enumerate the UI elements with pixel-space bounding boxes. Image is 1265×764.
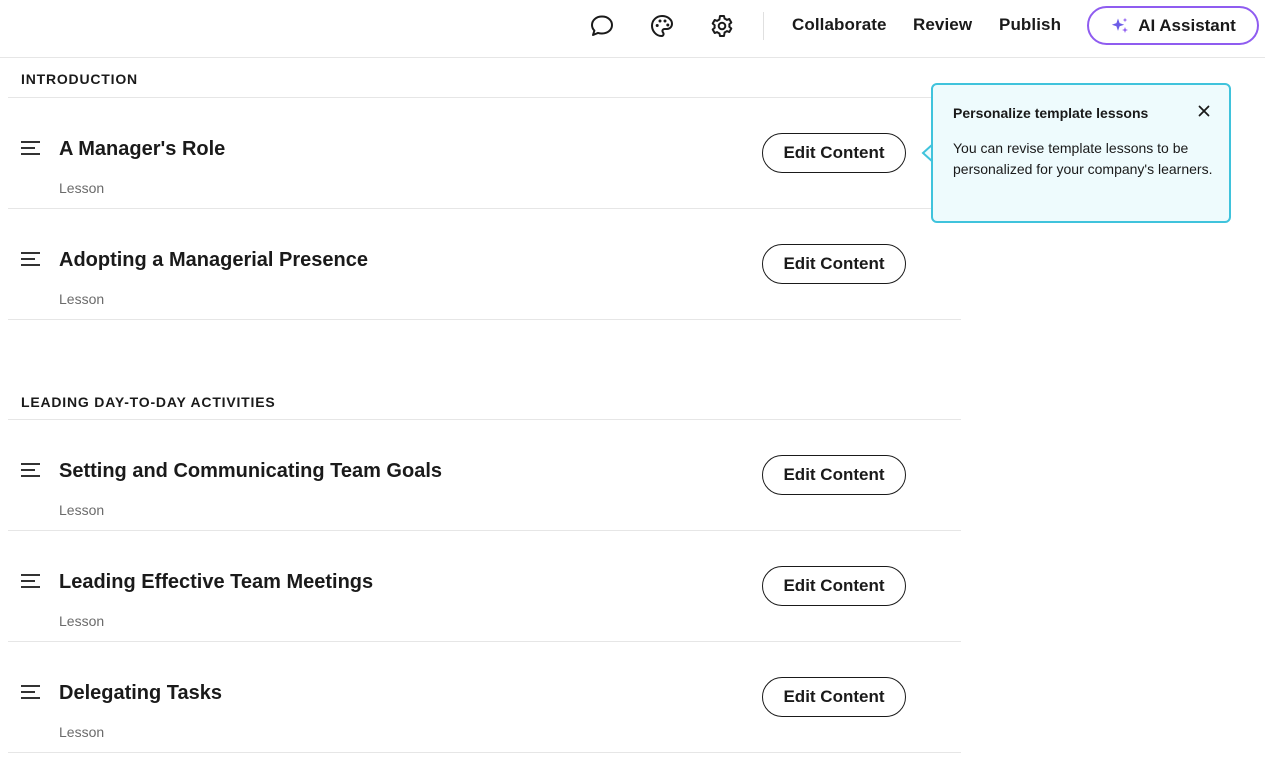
lesson-type: Lesson [59,502,105,518]
review-link[interactable]: Review [913,15,972,35]
section-title-leading-day-to-day: LEADING DAY-TO-DAY ACTIVITIES [21,394,276,410]
onboarding-tooltip: Personalize template lessons You can rev… [931,83,1231,223]
sparkle-icon [1111,17,1129,33]
drag-handle-icon[interactable] [20,461,42,479]
lesson-row: Adopting a Managerial Presence Lesson Ed… [8,209,961,320]
tooltip-title: Personalize template lessons [953,105,1149,121]
lesson-type: Lesson [59,291,105,307]
toolbar-divider [763,12,764,40]
edit-content-button[interactable]: Edit Content [762,566,906,606]
top-bar: Collaborate Review Publish AI Assistant [0,0,1265,58]
lesson-title[interactable]: Leading Effective Team Meetings [59,571,373,594]
close-icon[interactable] [1195,102,1213,120]
comment-button[interactable] [585,9,619,43]
publish-link[interactable]: Publish [999,15,1061,35]
edit-content-button[interactable]: Edit Content [762,244,906,284]
lesson-title[interactable]: A Manager's Role [59,138,225,161]
divider [8,319,961,320]
gear-icon [711,15,733,37]
lesson-row: Leading Effective Team Meetings Lesson E… [8,531,961,642]
palette-icon [651,15,673,37]
lesson-row: Delegating Tasks Lesson Edit Content [8,642,961,753]
edit-content-button[interactable]: Edit Content [762,133,906,173]
edit-content-button[interactable]: Edit Content [762,677,906,717]
lesson-type: Lesson [59,724,105,740]
lesson-type: Lesson [59,180,105,196]
settings-button[interactable] [705,9,739,43]
lesson-title[interactable]: Adopting a Managerial Presence [59,249,368,272]
ai-assistant-button[interactable]: AI Assistant [1087,6,1259,45]
collaborate-link[interactable]: Collaborate [792,15,887,35]
theme-button[interactable] [645,9,679,43]
lesson-row: Setting and Communicating Team Goals Les… [8,420,961,531]
comment-icon [591,15,613,36]
lesson-title[interactable]: Delegating Tasks [59,682,222,705]
section-title-introduction: INTRODUCTION [21,71,138,87]
drag-handle-icon[interactable] [20,572,42,590]
lesson-type: Lesson [59,613,105,629]
lesson-title[interactable]: Setting and Communicating Team Goals [59,460,442,483]
drag-handle-icon[interactable] [20,250,42,268]
lesson-row: A Manager's Role Lesson Edit Content [8,98,961,209]
edit-content-button[interactable]: Edit Content [762,455,906,495]
ai-assistant-label: AI Assistant [1138,15,1236,35]
drag-handle-icon[interactable] [20,683,42,701]
drag-handle-icon[interactable] [20,139,42,157]
tooltip-body: You can revise template lessons to be pe… [953,140,1213,177]
divider [8,752,961,753]
